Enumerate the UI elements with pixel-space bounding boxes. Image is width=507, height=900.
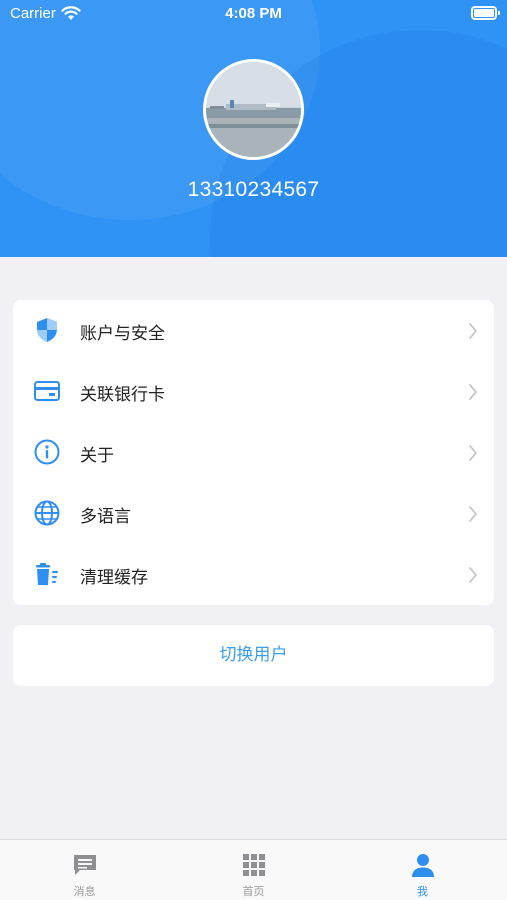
- menu-item-about[interactable]: 关于: [13, 422, 494, 483]
- globe-icon: [34, 500, 60, 526]
- tab-bar: 消息 首页 我: [0, 839, 507, 900]
- phone-number: 13310234567: [187, 178, 320, 201]
- menu-item-label: 账户与安全: [80, 324, 165, 344]
- settings-menu: 账户与安全 关联银行卡 关于 多语言 清理缓存: [13, 300, 494, 605]
- menu-item-label: 多语言: [80, 507, 131, 527]
- chevron-right-icon: [469, 323, 477, 339]
- clock: 4:08 PM: [225, 5, 282, 22]
- menu-item-label: 关于: [80, 446, 114, 466]
- shield-icon: [37, 318, 57, 342]
- tab-home[interactable]: 首页: [169, 840, 338, 900]
- battery-icon: [471, 6, 500, 20]
- tab-label: 消息: [73, 885, 96, 898]
- status-bar: Carrier 4:08 PM: [0, 0, 507, 28]
- chevron-right-icon: [469, 384, 477, 400]
- profile-header: Carrier 4:08 PM 13310234567: [0, 0, 507, 257]
- tab-label: 我: [417, 885, 428, 898]
- menu-item-label: 清理缓存: [80, 568, 148, 588]
- tab-messages[interactable]: 消息: [0, 840, 169, 900]
- menu-item-language[interactable]: 多语言: [13, 483, 494, 544]
- menu-item-label: 关联银行卡: [80, 385, 165, 405]
- bank-card-icon: [34, 381, 60, 401]
- tab-me[interactable]: 我: [338, 840, 507, 900]
- chevron-right-icon: [469, 445, 477, 461]
- menu-item-clear-cache[interactable]: 清理缓存: [13, 544, 494, 605]
- avatar-photo: [206, 62, 301, 157]
- menu-item-bank-card[interactable]: 关联银行卡: [13, 361, 494, 422]
- info-icon: [34, 439, 60, 465]
- trash-icon: [36, 563, 58, 585]
- grid-icon: [243, 854, 265, 876]
- chevron-right-icon: [469, 567, 477, 583]
- menu-item-account-security[interactable]: 账户与安全: [13, 300, 494, 361]
- avatar[interactable]: [203, 59, 304, 160]
- message-icon: [74, 855, 96, 875]
- switch-user-button[interactable]: 切换用户: [13, 625, 494, 686]
- chevron-right-icon: [469, 506, 477, 522]
- tab-label: 首页: [242, 885, 265, 898]
- person-icon: [412, 854, 434, 877]
